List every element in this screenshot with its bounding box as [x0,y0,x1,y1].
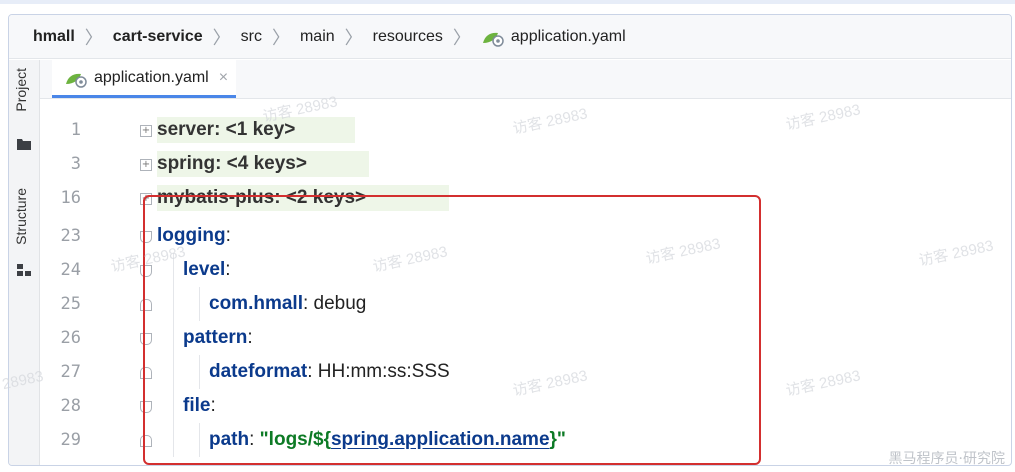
line-number: 28 [60,396,81,416]
yaml-key: spring [157,153,216,174]
line-number: 26 [60,328,81,348]
editor-tab-bar: application.yaml × [40,60,1011,99]
fold-expand-icon[interactable]: + [140,125,152,137]
breadcrumb-item-hmall[interactable]: hmall [33,15,75,59]
highlight-annotation-box [143,195,761,465]
window-top-line [0,0,1015,4]
chevron-right-icon: 〉 [84,27,103,48]
line-number: 25 [60,294,81,314]
chevron-right-icon: 〉 [212,27,231,48]
spring-leaf-icon [482,32,504,47]
line-number: 23 [60,226,81,246]
line-number: 16 [60,188,81,208]
project-tool-tab[interactable]: Project [13,68,29,112]
folded-placeholder[interactable]: <4 keys> [221,153,307,174]
tab-application-yaml[interactable]: application.yaml × [52,60,237,98]
corner-watermark: 黑马程序员·研究院 [888,451,1005,467]
line-number: 24 [60,260,81,280]
chevron-right-icon: 〉 [344,27,363,48]
breadcrumb-item-src[interactable]: src [241,15,262,59]
breadcrumb: hmall 〉 cart-service 〉 src 〉 main 〉 reso… [9,15,1011,59]
chevron-right-icon: 〉 [452,27,471,48]
tab-label: application.yaml [94,68,209,86]
line-number: 29 [60,430,81,450]
breadcrumb-file-label: application.yaml [510,27,626,45]
breadcrumb-item-cart-service[interactable]: cart-service [113,15,203,59]
structure-icon[interactable] [17,264,31,276]
close-icon[interactable]: × [219,69,228,87]
folder-icon[interactable] [17,138,31,150]
chevron-right-icon: 〉 [271,27,290,48]
spring-leaf-icon [66,73,87,88]
structure-tool-tab[interactable]: Structure [13,188,29,245]
breadcrumb-item-main[interactable]: main [300,15,335,59]
yaml-key: server [157,119,215,140]
breadcrumb-item-resources[interactable]: resources [373,15,443,59]
line-number: 3 [70,154,81,174]
fold-expand-icon[interactable]: + [140,159,152,171]
line-number: 1 [70,120,81,140]
breadcrumb-item-application-yaml[interactable]: application.yaml [481,15,626,59]
code-line[interactable]: spring: <4 keys> [157,147,307,181]
